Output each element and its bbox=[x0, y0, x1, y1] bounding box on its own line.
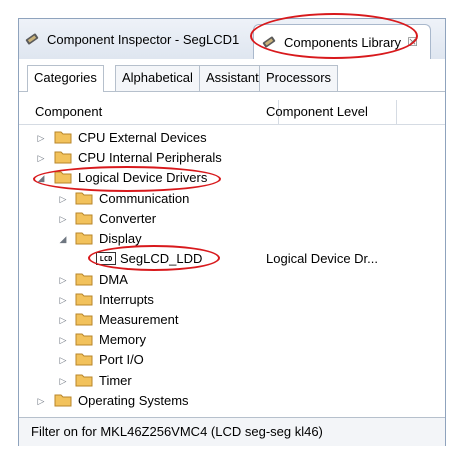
folder-icon bbox=[75, 212, 93, 225]
tree-item-seglcd-ldd[interactable]: LCD SegLCD_LDD Logical Device Dr... bbox=[19, 249, 445, 269]
tree-item-dma[interactable]: ▷ DMA bbox=[19, 270, 445, 290]
tree-item-cpu-external[interactable]: ▷ CPU External Devices bbox=[19, 128, 445, 148]
tree-item-label: Display bbox=[99, 231, 142, 246]
tree-item-measurement[interactable]: ▷ Measurement bbox=[19, 310, 445, 330]
tab-categories[interactable]: Categories bbox=[27, 65, 104, 92]
tree-item-memory[interactable]: ▷ Memory bbox=[19, 330, 445, 350]
tab-label: Component Inspector - SegLCD1 bbox=[47, 31, 240, 47]
tree-item-interrupts[interactable]: ▷ Interrupts bbox=[19, 290, 445, 310]
tree-item-communication[interactable]: ▷ Communication bbox=[19, 189, 445, 209]
tab-alphabetical[interactable]: Alphabetical bbox=[115, 65, 200, 91]
folder-icon bbox=[54, 151, 72, 164]
tree-item-logical-device-drivers[interactable]: ◢ Logical Device Drivers bbox=[19, 168, 445, 188]
close-icon[interactable]: ☒ bbox=[407, 35, 418, 49]
folder-icon bbox=[75, 353, 93, 366]
tree-item-label: Converter bbox=[99, 211, 157, 226]
tree-item-label: DMA bbox=[99, 272, 128, 287]
tree-item-label: SegLCD_LDD bbox=[120, 251, 203, 266]
tree-item-operating-systems[interactable]: ▷ Operating Systems bbox=[19, 391, 445, 411]
expand-arrow-icon[interactable]: ▷ bbox=[58, 192, 68, 206]
expand-arrow-icon[interactable]: ▷ bbox=[36, 394, 46, 408]
tree-item-label: Memory bbox=[99, 332, 146, 347]
tree-item-label: Port I/O bbox=[99, 352, 144, 367]
folder-icon bbox=[54, 131, 72, 144]
folder-open-icon bbox=[75, 232, 93, 245]
tree-item-label: CPU Internal Peripherals bbox=[78, 150, 222, 165]
component-chip-icon bbox=[262, 36, 276, 48]
expand-arrow-icon[interactable]: ▷ bbox=[36, 131, 46, 145]
column-divider[interactable] bbox=[396, 100, 397, 124]
category-tab-bar: Categories Alphabetical Assistant Proces… bbox=[19, 59, 445, 92]
folder-icon bbox=[75, 374, 93, 387]
expand-arrow-icon[interactable]: ▷ bbox=[58, 374, 68, 388]
folder-icon bbox=[75, 313, 93, 326]
folder-icon bbox=[75, 333, 93, 346]
expand-arrow-icon[interactable]: ▷ bbox=[58, 313, 68, 327]
tree-item-label: Measurement bbox=[99, 312, 179, 327]
tree-item-converter[interactable]: ▷ Converter bbox=[19, 209, 445, 229]
component-chip-icon bbox=[25, 33, 39, 45]
tree-item-display[interactable]: ◢ Display bbox=[19, 229, 445, 249]
tab-processors[interactable]: Processors bbox=[259, 65, 339, 91]
expand-arrow-icon[interactable]: ▷ bbox=[58, 293, 68, 307]
component-level-value: Logical Device Dr... bbox=[266, 251, 378, 266]
folder-open-icon bbox=[54, 171, 72, 184]
folder-icon bbox=[75, 293, 93, 306]
tree-item-label: Interrupts bbox=[99, 292, 154, 307]
expand-arrow-icon[interactable]: ▷ bbox=[58, 273, 68, 287]
lcd-component-icon: LCD bbox=[96, 252, 116, 265]
expand-arrow-icon[interactable]: ▷ bbox=[36, 151, 46, 165]
tree-item-label: Logical Device Drivers bbox=[78, 170, 208, 185]
tree-item-cpu-internal[interactable]: ▷ CPU Internal Peripherals bbox=[19, 148, 445, 168]
folder-icon bbox=[75, 273, 93, 286]
expand-arrow-icon[interactable]: ▷ bbox=[58, 353, 68, 367]
expand-arrow-icon[interactable]: ▷ bbox=[58, 333, 68, 347]
tree-item-timer[interactable]: ▷ Timer bbox=[19, 371, 445, 391]
tree-column-header: Component Component Level bbox=[19, 100, 445, 125]
expand-arrow-icon[interactable]: ▷ bbox=[58, 212, 68, 226]
tab-assistant[interactable]: Assistant bbox=[199, 65, 266, 91]
collapse-arrow-icon[interactable]: ◢ bbox=[36, 171, 46, 185]
collapse-arrow-icon[interactable]: ◢ bbox=[58, 232, 68, 246]
tab-label: Components Library bbox=[284, 34, 402, 50]
tree-item-label: Operating Systems bbox=[78, 393, 189, 408]
tree-item-label: Timer bbox=[99, 373, 132, 388]
tab-components-library[interactable]: Components Library ☒ bbox=[253, 24, 431, 59]
filter-status-text: Filter on for MKL46Z256VMC4 (LCD seg-seg… bbox=[31, 424, 323, 439]
tree-item-label: CPU External Devices bbox=[78, 130, 207, 145]
folder-icon bbox=[75, 192, 93, 205]
column-header-component[interactable]: Component bbox=[35, 104, 102, 119]
filter-status-bar: Filter on for MKL46Z256VMC4 (LCD seg-seg… bbox=[19, 417, 445, 446]
tree-item-label: Communication bbox=[99, 191, 190, 206]
view-tab-bar: Component Inspector - SegLCD1 Components… bbox=[19, 19, 445, 60]
tree-item-port-io[interactable]: ▷ Port I/O bbox=[19, 350, 445, 370]
column-header-level[interactable]: Component Level bbox=[266, 104, 368, 119]
folder-icon bbox=[54, 394, 72, 407]
tab-component-inspector[interactable]: Component Inspector - SegLCD1 bbox=[23, 19, 251, 59]
